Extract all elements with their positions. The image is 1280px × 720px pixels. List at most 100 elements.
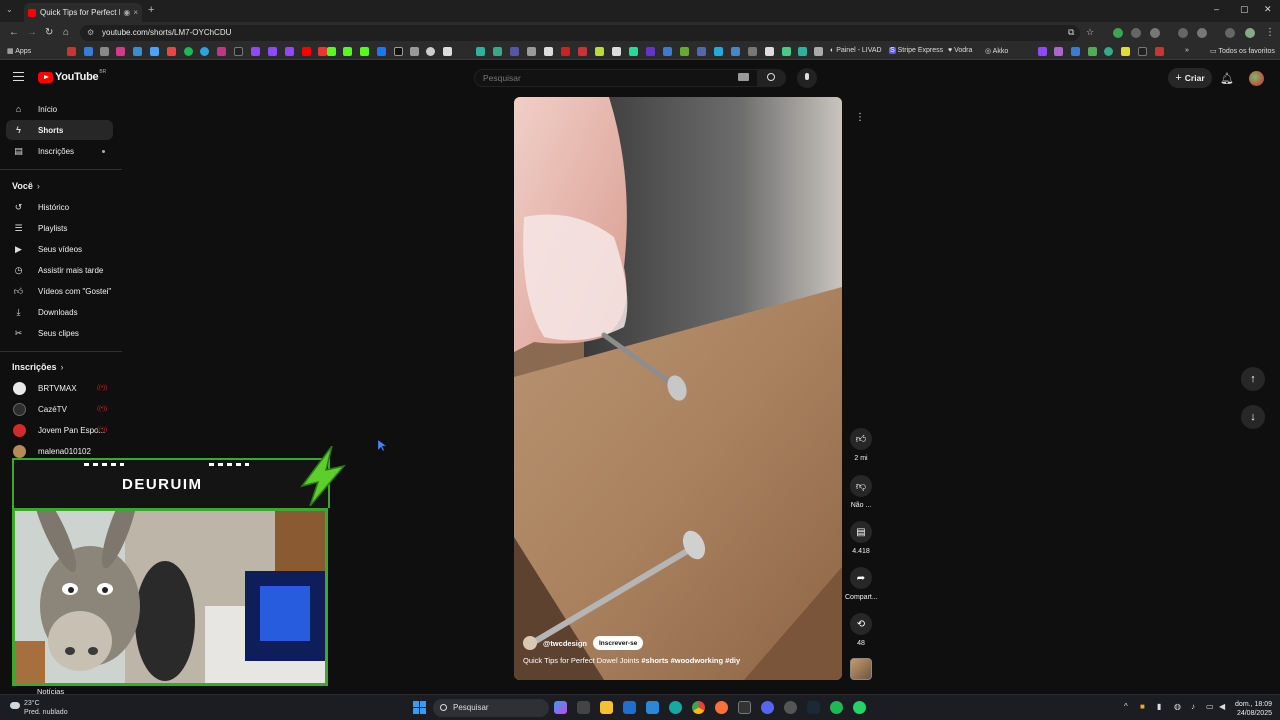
bookmark-icon[interactable] [1104, 47, 1113, 56]
bookmark-icon[interactable] [680, 47, 689, 56]
akko-bookmark[interactable]: ◎ Akko [985, 47, 1008, 55]
bookmark-icon[interactable] [476, 47, 485, 56]
history-ext-icon[interactable] [1197, 28, 1207, 38]
shorts-video-player[interactable] [514, 97, 842, 680]
bookmark-icon[interactable] [443, 47, 452, 56]
profile-icon[interactable] [1245, 28, 1255, 38]
subscribe-button[interactable]: Inscrever-se [593, 636, 644, 650]
close-window-icon[interactable]: ✕ [1264, 4, 1272, 15]
comments-button[interactable]: ▤ [850, 521, 872, 543]
avatar[interactable] [1249, 71, 1264, 86]
forward-icon[interactable]: → [27, 27, 37, 38]
telegram-bookmark-icon[interactable] [200, 47, 209, 56]
bookmark-icon[interactable] [1038, 47, 1047, 56]
kick-bookmark-icon[interactable] [360, 47, 369, 56]
browser-tab[interactable]: Quick Tips for Perfect Dowel Joints ◉ × [24, 3, 142, 22]
bookmark-icon[interactable] [318, 47, 327, 56]
windows-start-icon[interactable] [413, 701, 426, 714]
bookmark-icon[interactable] [410, 47, 419, 56]
sidebar-item-downloads[interactable]: ⤓ Downloads [6, 302, 113, 322]
outlook-icon[interactable] [623, 701, 636, 714]
bookmark-icon[interactable] [150, 47, 159, 56]
extension-icon[interactable] [1225, 28, 1235, 38]
store-icon[interactable] [646, 701, 659, 714]
bookmark-icon[interactable] [133, 47, 142, 56]
bookmark-icon[interactable] [714, 47, 723, 56]
terminal-icon[interactable] [738, 701, 751, 714]
bookmark-icon[interactable] [493, 47, 502, 56]
address-bar[interactable]: ⚙ youtube.com/shorts/LM7-OYChCDU [80, 25, 1080, 41]
task-view-icon[interactable] [577, 701, 590, 714]
obs-icon[interactable] [784, 701, 797, 714]
dislike-button[interactable]: 👎︎ [850, 475, 872, 497]
twitch-bookmark-icon[interactable] [285, 47, 294, 56]
bookmark-icon[interactable] [510, 47, 519, 56]
sidebar-item-playlists[interactable]: ☰ Playlists [6, 218, 113, 238]
tray-app-icon[interactable]: ■ [1140, 702, 1145, 711]
discord-icon[interactable] [761, 701, 774, 714]
taskbar-search[interactable]: Pesquisar [433, 699, 549, 717]
steam-icon[interactable] [807, 701, 820, 714]
bookmark-icon[interactable] [67, 47, 76, 56]
twitch-bookmark-icon[interactable] [251, 47, 260, 56]
site-info-icon[interactable]: ⚙ [87, 28, 94, 37]
whatsapp-icon[interactable] [853, 701, 866, 714]
bookmark-icon[interactable] [1054, 47, 1063, 56]
copilot-icon[interactable] [554, 701, 567, 714]
share-button[interactable]: ➦ [850, 567, 872, 589]
tab-close-icon[interactable]: × [133, 8, 138, 17]
more-bookmarks-icon[interactable]: » [1185, 47, 1189, 54]
sidebar-item-home[interactable]: ⌂ Início [6, 99, 113, 119]
voice-search-icon[interactable] [797, 68, 817, 88]
twitch-bookmark-icon[interactable] [268, 47, 277, 56]
bookmark-icon[interactable] [765, 47, 774, 56]
extension-icon[interactable] [1178, 28, 1188, 38]
spotify-bookmark-icon[interactable] [184, 47, 193, 56]
bookmark-icon[interactable] [1121, 47, 1130, 56]
bookmark-icon[interactable] [167, 47, 176, 56]
all-favorites-folder[interactable]: ▭ Todos os favoritos [1210, 47, 1275, 55]
next-short-button[interactable]: ↓ [1241, 405, 1265, 429]
maximize-icon[interactable]: ▢ [1240, 4, 1249, 15]
bookmark-icon[interactable] [798, 47, 807, 56]
youtube-bookmark-icon[interactable] [302, 47, 311, 56]
bookmark-icon[interactable] [629, 47, 638, 56]
bookmark-star-icon[interactable]: ☆ [1086, 27, 1094, 38]
bookmark-icon[interactable] [578, 47, 587, 56]
sidebar-item-liked[interactable]: 👍︎ Vídeos com "Gostei" [6, 281, 113, 301]
apps-bookmark[interactable]: ▦ Apps [7, 47, 31, 55]
edge-icon[interactable] [669, 701, 682, 714]
bookmark-icon[interactable] [527, 47, 536, 56]
tray-app-icon[interactable]: ▮ [1157, 702, 1161, 711]
browser-menu-icon[interactable]: ⋮ [1265, 27, 1275, 38]
microphone-icon[interactable]: ♪ [1191, 702, 1195, 711]
volume-icon[interactable]: ◀ [1219, 702, 1225, 711]
bookmark-icon[interactable] [697, 47, 706, 56]
x-bookmark-icon[interactable] [394, 47, 403, 56]
search-input[interactable]: Pesquisar [474, 69, 758, 87]
more-options-icon[interactable]: ⋮ [851, 109, 869, 127]
facebook-bookmark-icon[interactable] [377, 47, 386, 56]
menu-icon[interactable] [13, 72, 24, 81]
bookmark-icon[interactable] [544, 47, 553, 56]
bookmark-icon[interactable] [782, 47, 791, 56]
notifications-bell-icon[interactable]: 🔔︎ [1220, 72, 1234, 85]
tab-search-icon[interactable]: ⌄ [6, 5, 13, 14]
you-section-header[interactable]: Você › [12, 181, 40, 191]
keyboard-icon[interactable] [738, 73, 749, 81]
bookmark-icon[interactable] [116, 47, 125, 56]
bookmark-icon[interactable] [426, 47, 435, 56]
tray-overflow-icon[interactable]: ^ [1124, 702, 1128, 711]
bookmark-icon[interactable] [1071, 47, 1080, 56]
sidebar-item-history[interactable]: ↺ Histórico [6, 197, 113, 217]
painel-bookmark[interactable]: ◐ Painel - LIVAD [830, 47, 882, 54]
search-button[interactable] [758, 69, 786, 87]
sound-thumbnail[interactable] [850, 658, 872, 680]
bookmark-icon[interactable] [1088, 47, 1097, 56]
bookmark-icon[interactable] [595, 47, 604, 56]
kick-bookmark-icon[interactable] [343, 47, 352, 56]
bookmark-icon[interactable] [748, 47, 757, 56]
like-button[interactable]: 👍︎ [850, 428, 872, 450]
stripe-bookmark[interactable]: S Stripe Express [889, 47, 943, 54]
bookmark-icon[interactable] [561, 47, 570, 56]
